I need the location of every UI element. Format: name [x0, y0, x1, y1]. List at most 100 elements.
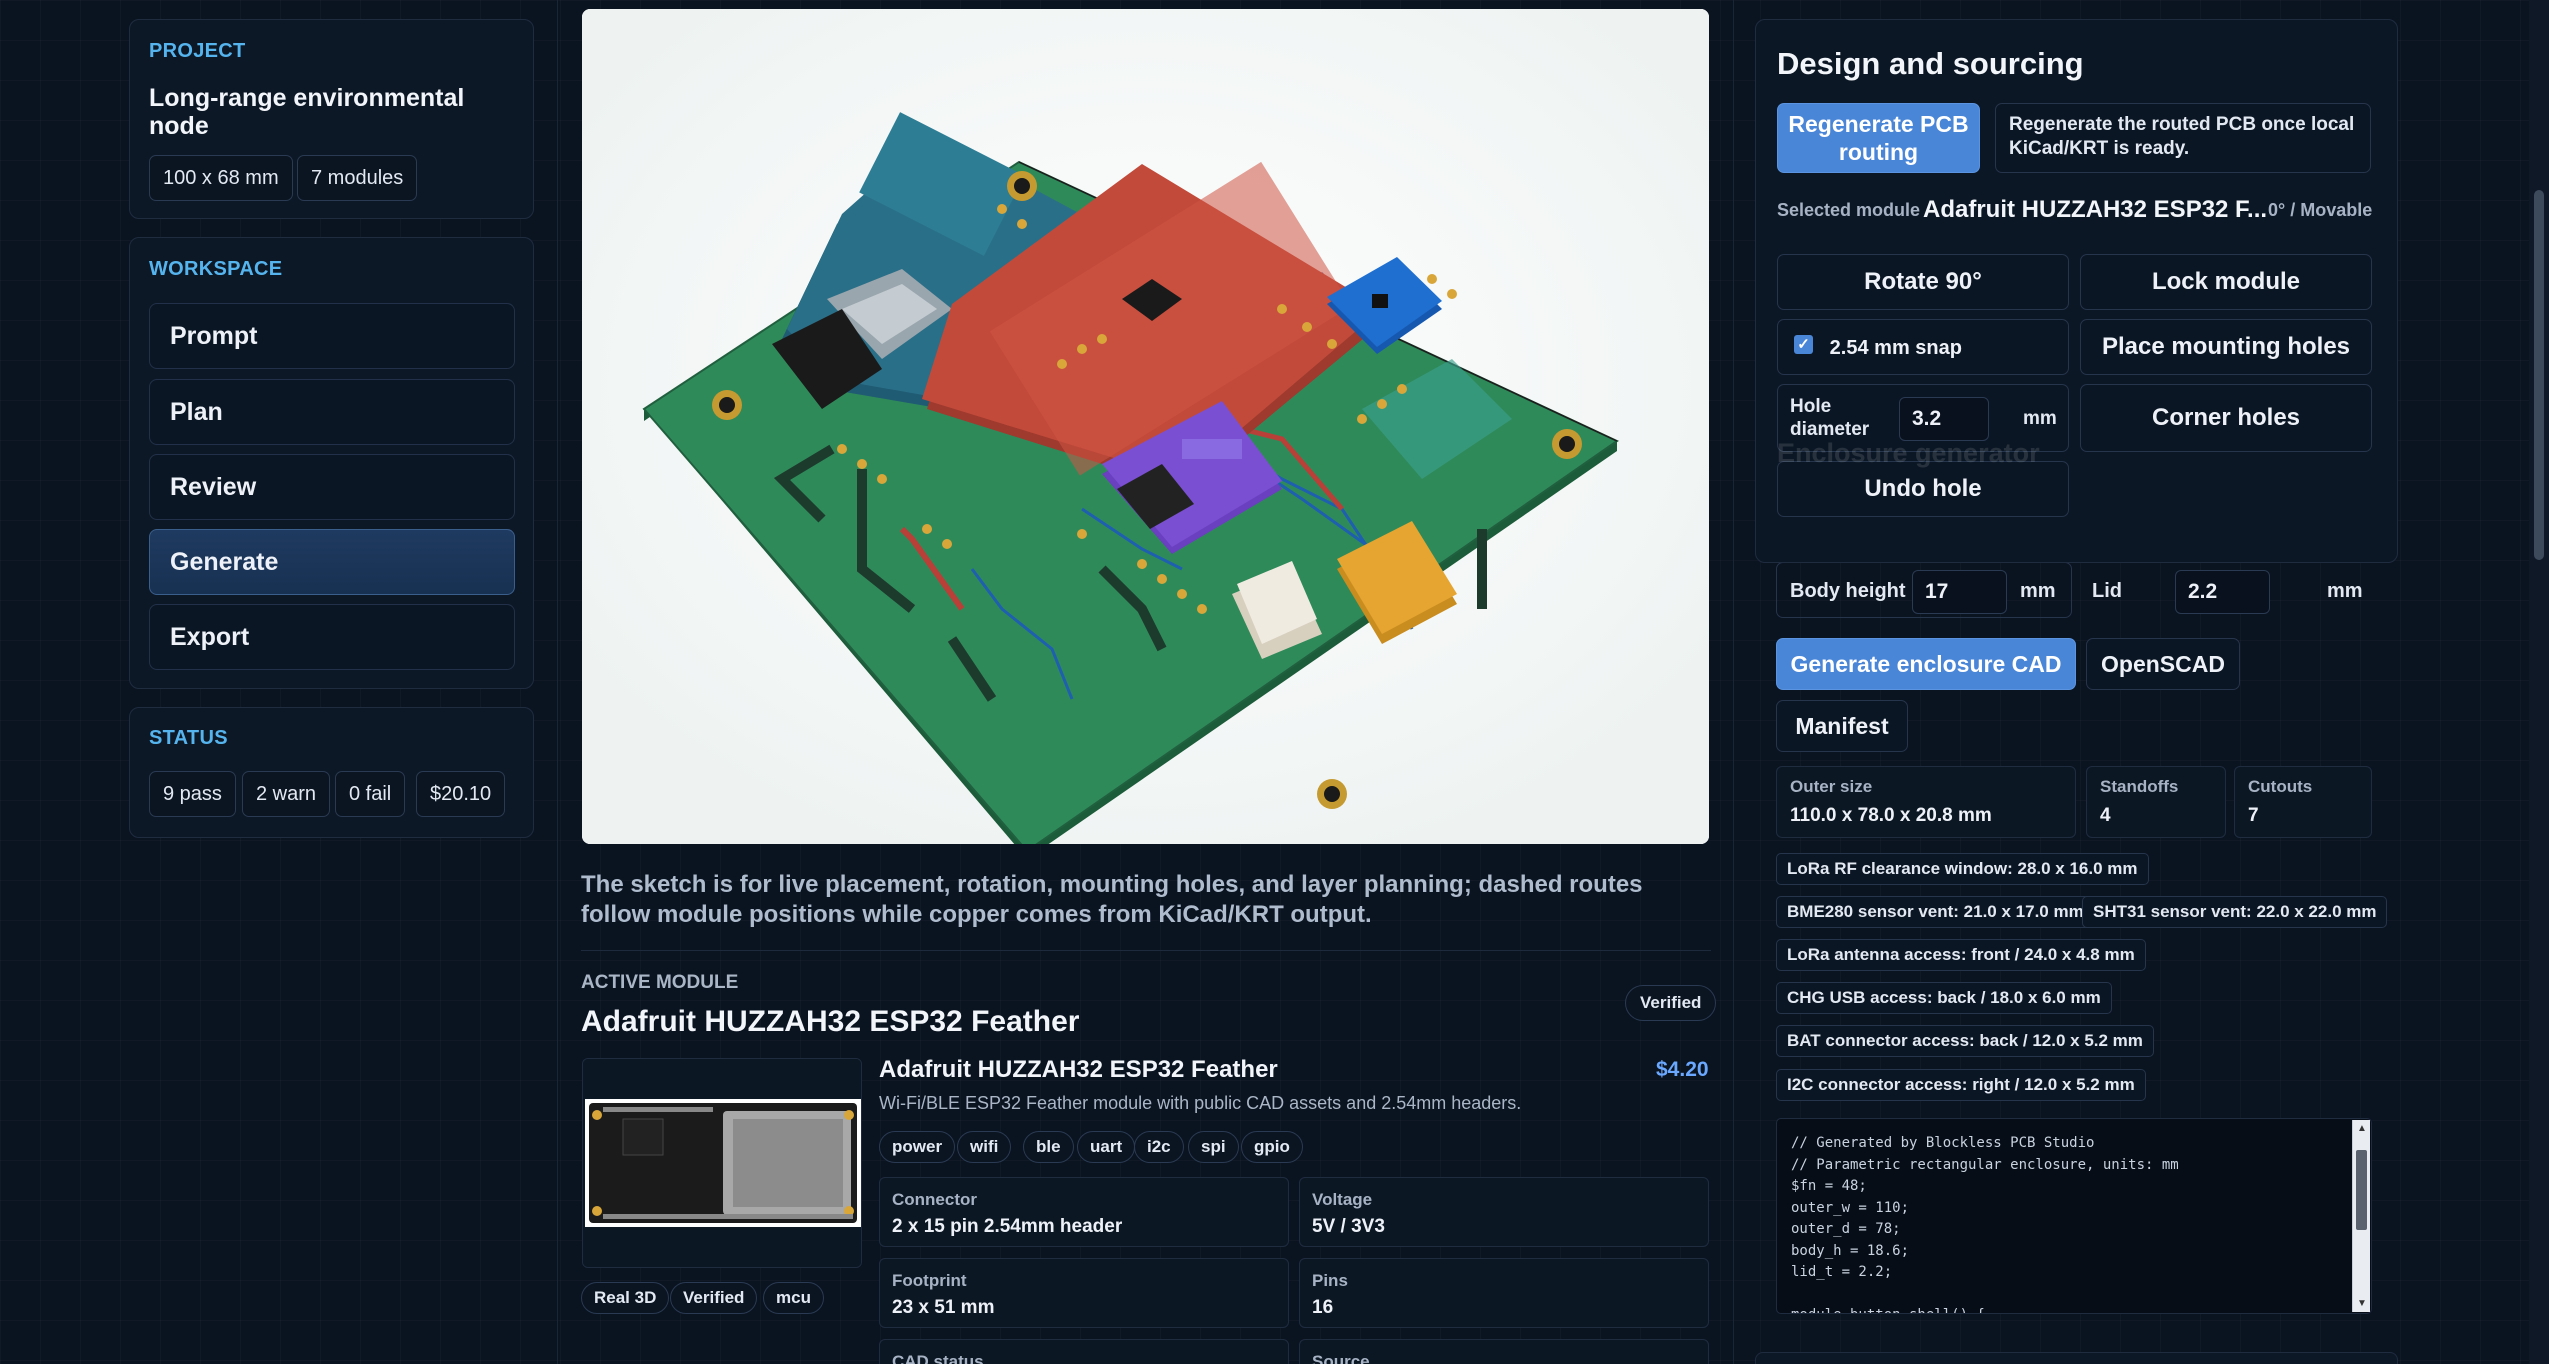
design-title: Design and sourcing: [1777, 46, 2084, 81]
pcb-3d-viewer[interactable]: [582, 9, 1709, 844]
stat-standoffs: Standoffs 4: [2086, 766, 2226, 838]
nav-item-prompt[interactable]: Prompt: [149, 303, 515, 369]
spec-voltage: Voltage 5V / 3V3: [1299, 1177, 1709, 1247]
spec-footprint-label: Footprint: [892, 1271, 967, 1290]
stat-standoffs-value: 4: [2100, 805, 2111, 826]
status-fail-chip: 0 fail: [335, 771, 406, 817]
body-height-input[interactable]: 17: [1912, 570, 2007, 614]
selected-module-name: Adafruit HUZZAH32 ESP32 F...: [1923, 196, 2268, 223]
project-modules-chip: 7 modules: [297, 155, 418, 201]
workspace-kicker: WORKSPACE: [149, 258, 283, 280]
module-image: [582, 1058, 862, 1268]
image-badge-mcu: mcu: [763, 1282, 824, 1314]
body-height-label: Body height: [1790, 580, 1906, 602]
selected-module-label: Selected module: [1777, 200, 1921, 220]
rotate-button[interactable]: Rotate 90°: [1777, 254, 2069, 310]
feature-i2c-connector: I2C connector access: right / 12.0 x 5.2…: [1776, 1069, 2146, 1101]
status-cost-chip: $20.10: [416, 771, 506, 817]
image-badge-real3d: Real 3D: [581, 1282, 670, 1314]
status-kicker: STATUS: [149, 727, 228, 749]
stat-outer-size-label: Outer size: [1790, 777, 1873, 796]
active-module-kicker: ACTIVE MODULE: [581, 972, 739, 993]
enclosure-title-ghost: Enclosure generator: [1777, 438, 2040, 468]
undo-hole-button[interactable]: Undo hole: [1777, 461, 2069, 517]
spec-connector: Connector 2 x 15 pin 2.54mm header: [879, 1177, 1289, 1247]
hole-diameter-label: Hole diameter: [1790, 396, 1870, 440]
tag-wifi: wifi: [957, 1131, 1012, 1163]
spec-cad-status: CAD status: [879, 1339, 1289, 1364]
stat-outer-size-value: 110.0 x 78.0 x 20.8 mm: [1790, 805, 1992, 826]
active-module-title: Adafruit HUZZAH32 ESP32 Feather: [581, 1005, 1080, 1038]
spec-connector-label: Connector: [892, 1190, 977, 1209]
openscad-code[interactable]: // Generated by Blockless PCB Studio // …: [1776, 1118, 2372, 1314]
stat-standoffs-label: Standoffs: [2100, 777, 2179, 796]
spec-pins: Pins 16: [1299, 1258, 1709, 1328]
nav-item-generate[interactable]: Generate: [149, 529, 515, 595]
project-card: PROJECT Long-range environmental node 10…: [129, 19, 534, 219]
module-name: Adafruit HUZZAH32 ESP32 Feather: [879, 1056, 1278, 1083]
nav-item-review[interactable]: Review: [149, 454, 515, 520]
generate-enclosure-button[interactable]: Generate enclosure CAD: [1776, 638, 2076, 690]
lid-input[interactable]: 2.2: [2175, 570, 2270, 614]
tag-spi: spi: [1188, 1131, 1239, 1163]
pcb-render: [582, 9, 1709, 844]
tag-uart: uart: [1077, 1131, 1136, 1163]
viewer-caption: The sketch is for live placement, rotati…: [581, 871, 1643, 928]
frame-line-right: [1733, 0, 1734, 1364]
page-scrollbar-thumb[interactable]: [2534, 190, 2544, 560]
scroll-down-icon[interactable]: ▼: [2357, 1298, 2367, 1309]
project-kicker: PROJECT: [149, 40, 246, 62]
spec-source: Source: [1299, 1339, 1709, 1364]
manifest-button[interactable]: Manifest: [1776, 700, 1908, 752]
nav-item-export[interactable]: Export: [149, 604, 515, 670]
feature-bat-connector: BAT connector access: back / 12.0 x 5.2 …: [1776, 1025, 2154, 1057]
spec-connector-value: 2 x 15 pin 2.54mm header: [892, 1216, 1123, 1237]
design-panel: Design and sourcing Regenerate PCB routi…: [1755, 19, 2398, 563]
regenerate-pcb-label: Regenerate PCB routing: [1788, 111, 1969, 165]
project-size-chip: 100 x 68 mm: [149, 155, 293, 201]
feature-chg-usb: CHG USB access: back / 18.0 x 6.0 mm: [1776, 982, 2112, 1014]
lock-module-button[interactable]: Lock module: [2080, 254, 2372, 310]
module-price: $4.20: [1656, 1058, 1709, 1081]
page-scrollbar[interactable]: [2529, 0, 2549, 1364]
spec-footprint: Footprint 23 x 51 mm: [879, 1258, 1289, 1328]
regenerate-note: Regenerate the routed PCB once local KiC…: [1995, 103, 2371, 173]
status-warn-chip: 2 warn: [242, 771, 331, 817]
code-scrollbar-thumb[interactable]: [2356, 1150, 2367, 1230]
tag-i2c: i2c: [1134, 1131, 1184, 1163]
place-mounting-holes-button[interactable]: Place mounting holes: [2080, 319, 2372, 375]
corner-holes-button[interactable]: Corner holes: [2080, 384, 2372, 452]
verified-badge: Verified: [1625, 985, 1717, 1021]
regenerate-pcb-button[interactable]: Regenerate PCB routing: [1777, 103, 1980, 173]
spec-voltage-label: Voltage: [1312, 1190, 1373, 1209]
lid-label: Lid: [2092, 580, 2122, 602]
section-divider: [581, 950, 1711, 951]
snap-toggle[interactable]: ✓ 2.54 mm snap: [1777, 319, 2069, 375]
spec-voltage-value: 5V / 3V3: [1312, 1216, 1385, 1237]
tag-ble: ble: [1023, 1131, 1074, 1163]
selected-module-meta: 0° / Movable: [2268, 200, 2373, 220]
module-photo: [583, 1059, 861, 1267]
feature-lora-rf: LoRa RF clearance window: 28.0 x 16.0 mm: [1776, 853, 2149, 885]
module-description: Wi-Fi/BLE ESP32 Feather module with publ…: [879, 1093, 1522, 1113]
spec-pins-value: 16: [1312, 1297, 1334, 1318]
hole-diameter-input[interactable]: 3.2: [1899, 397, 1989, 441]
image-badge-verified: Verified: [670, 1282, 758, 1314]
spec-cad-status-label: CAD status: [892, 1352, 984, 1364]
status-pass-chip: 9 pass: [149, 771, 236, 817]
tag-gpio: gpio: [1241, 1131, 1303, 1163]
hole-diameter-unit: mm: [2023, 408, 2057, 429]
snap-checkbox[interactable]: ✓: [1794, 335, 1813, 355]
code-scrollbar[interactable]: ▲ ▼: [2352, 1120, 2370, 1312]
feature-lora-antenna: LoRa antenna access: front / 24.0 x 4.8 …: [1776, 939, 2146, 971]
spec-source-label: Source: [1312, 1352, 1370, 1364]
workspace-card: WORKSPACE Prompt Plan Review Generate Ex…: [129, 237, 534, 689]
tag-power: power: [879, 1131, 956, 1163]
openscad-button[interactable]: OpenSCAD: [2086, 638, 2240, 690]
nav-item-plan[interactable]: Plan: [149, 379, 515, 445]
stat-cutouts: Cutouts 7: [2234, 766, 2372, 838]
spec-footprint-value: 23 x 51 mm: [892, 1297, 995, 1318]
stat-cutouts-value: 7: [2248, 805, 2259, 826]
scroll-up-icon[interactable]: ▲: [2357, 1123, 2367, 1134]
spec-pins-label: Pins: [1312, 1271, 1348, 1290]
